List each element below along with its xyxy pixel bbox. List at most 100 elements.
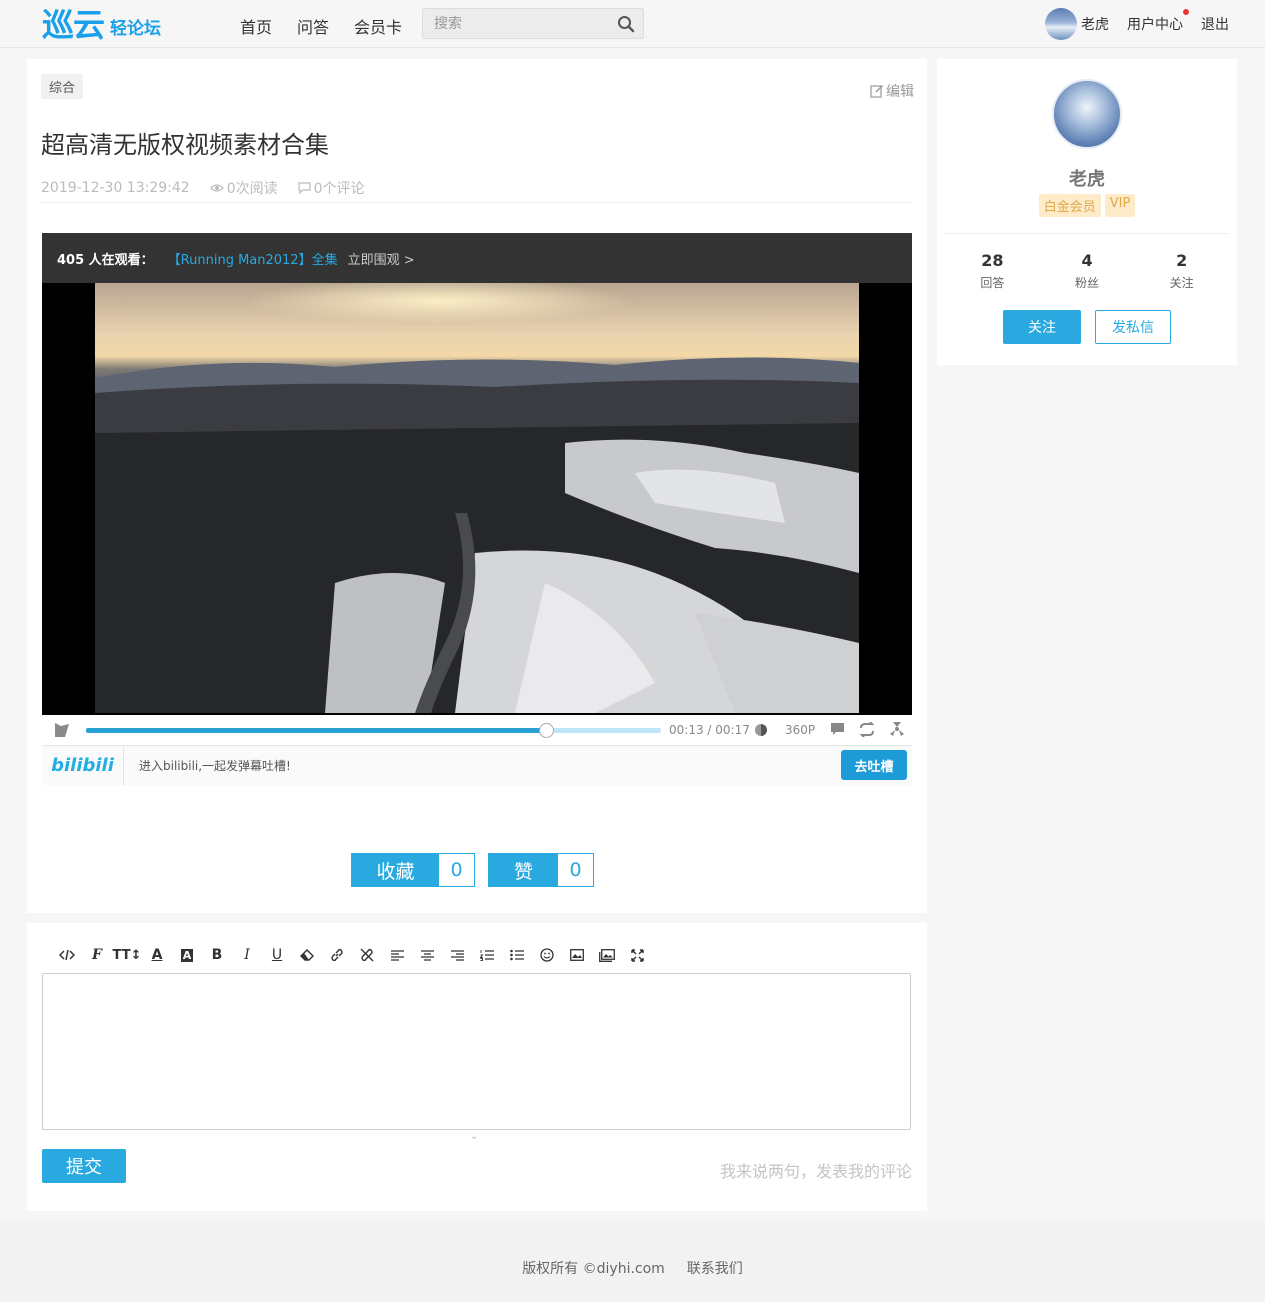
unordered-list-icon[interactable] [502, 945, 532, 965]
progress-fill [86, 728, 546, 733]
favorite-button[interactable]: 收藏 0 [351, 853, 475, 887]
danmaku-toggle-icon[interactable] [53, 721, 71, 739]
current-time: 00:13 [669, 723, 704, 737]
stat-followers[interactable]: 4 粉丝 [1040, 251, 1135, 291]
time-display: 00:13 / 00:17 [669, 723, 750, 737]
post-meta: 2019-12-30 13:29:42 0次阅读 0个评论 [41, 178, 385, 198]
contact-link[interactable]: 联系我们 [687, 1258, 743, 1302]
time-separator: / [707, 723, 712, 737]
badge-membership: 白金会员 [1038, 194, 1101, 217]
site-logo[interactable]: 巡云 轻论坛 [42, 6, 161, 42]
comment-textarea[interactable] [42, 973, 911, 1130]
favorite-count: 0 [439, 854, 474, 886]
bilibili-logo[interactable]: bilibili [42, 745, 124, 786]
stat-label: 回答 [980, 276, 1005, 290]
main-nav: 首页 问答 会员卡 [240, 14, 427, 38]
nav-membership-card[interactable]: 会员卡 [354, 14, 402, 38]
bilibili-bar: bilibili 进入bilibili,一起发弹幕吐槽! 去吐槽 [42, 745, 912, 786]
post-panel: 综合 编辑 超高清无版权视频素材合集 2019-12-30 13:29:42 0… [27, 59, 927, 913]
image-icon[interactable] [562, 945, 592, 965]
search-icon[interactable] [617, 15, 635, 33]
author-name[interactable]: 老虎 [937, 165, 1237, 191]
quality-selector[interactable]: 360P [785, 723, 815, 737]
notification-dot [1183, 9, 1189, 15]
danmaku-icon[interactable] [830, 722, 845, 737]
author-avatar[interactable] [1052, 79, 1122, 149]
link-icon[interactable] [322, 945, 352, 965]
progress-track[interactable] [86, 723, 661, 738]
eraser-icon[interactable] [292, 945, 322, 965]
stat-label: 关注 [1169, 276, 1194, 290]
edit-label: 编辑 [886, 84, 914, 100]
editor-toolbar: F TT↕ A A B I U [52, 945, 652, 965]
unlink-icon[interactable] [352, 945, 382, 965]
nav-home[interactable]: 首页 [240, 14, 272, 38]
divider [945, 233, 1229, 234]
multi-image-icon[interactable] [592, 945, 622, 965]
comment-editor: F TT↕ A A B I U ⌄ 提交 我来说两句，发表我的评论 [27, 923, 927, 1211]
live-title-link[interactable]: 【Running Man2012】全集 [168, 249, 338, 268]
user-center-link[interactable]: 用户中心 [1127, 9, 1189, 34]
avatar[interactable] [1045, 8, 1077, 40]
stat-value: 2 [1176, 251, 1188, 270]
private-message-button[interactable]: 发私信 [1095, 310, 1171, 344]
video-player: 405 人在观看： 【Running Man2012】全集 立即围观 > 00:… [42, 233, 912, 786]
search-box [422, 8, 644, 39]
viewer-count: 405 人在观看： [57, 252, 154, 268]
logout-link[interactable]: 退出 [1201, 14, 1229, 34]
ordered-list-icon[interactable] [472, 945, 502, 965]
comment-count-text: 0个评论 [313, 181, 365, 197]
search-input[interactable] [423, 9, 603, 38]
post-actions: 收藏 0 赞 0 [351, 853, 607, 887]
align-center-icon[interactable] [412, 945, 442, 965]
author-stats: 28 回答 4 粉丝 2 关注 [945, 251, 1229, 291]
loop-icon[interactable] [859, 722, 875, 737]
bold-icon[interactable]: B [202, 945, 232, 965]
bilibili-prompt: 进入bilibili,一起发弹幕吐槽! [139, 759, 291, 773]
like-label: 赞 [489, 854, 558, 886]
font-color-icon[interactable]: A [142, 945, 172, 965]
nav-qa[interactable]: 问答 [297, 14, 329, 38]
progress-handle[interactable] [539, 723, 554, 738]
copyright-text: 版权所有 ©diyhi.com [522, 1261, 665, 1277]
comment-icon [298, 182, 311, 194]
widescreen-icon[interactable] [889, 721, 905, 737]
emoticon-icon[interactable] [532, 945, 562, 965]
like-count: 0 [558, 854, 593, 886]
video-landscape-image [95, 283, 859, 713]
watch-now-link[interactable]: 立即围观 > [348, 249, 415, 268]
submit-button[interactable]: 提交 [42, 1149, 126, 1183]
like-button[interactable]: 赞 0 [488, 853, 594, 887]
comment-count: 0个评论 [298, 178, 365, 198]
stat-answers[interactable]: 28 回答 [945, 251, 1040, 291]
divider [41, 202, 912, 203]
view-count-text: 0次阅读 [226, 181, 278, 197]
align-left-icon[interactable] [382, 945, 412, 965]
follow-button[interactable]: 关注 [1003, 310, 1081, 344]
fullscreen-icon[interactable] [622, 945, 652, 965]
user-center-label: 用户中心 [1127, 17, 1183, 33]
stat-following[interactable]: 2 关注 [1134, 251, 1229, 291]
code-icon[interactable] [52, 945, 82, 965]
volume-icon[interactable] [753, 723, 769, 737]
comment-hint: 我来说两句，发表我的评论 [719, 1162, 912, 1181]
resize-handle-icon[interactable]: ⌄ [470, 1131, 478, 1142]
go-comment-button[interactable]: 去吐槽 [841, 750, 907, 780]
underline-icon[interactable]: U [262, 945, 292, 965]
italic-icon[interactable]: I [232, 945, 262, 965]
eye-icon [209, 184, 224, 192]
video-frame [95, 283, 859, 713]
video-screen[interactable] [42, 283, 912, 715]
favorite-label: 收藏 [352, 854, 439, 886]
align-right-icon[interactable] [442, 945, 472, 965]
header-username[interactable]: 老虎 [1081, 14, 1109, 34]
font-size-icon[interactable]: TT↕ [112, 945, 142, 965]
user-menu: 老虎 用户中心 退出 [1045, 8, 1229, 40]
author-card: 老虎 白金会员 VIP 28 回答 4 粉丝 2 关注 关注 发私信 [937, 59, 1237, 365]
highlight-icon[interactable]: A [172, 945, 202, 965]
edit-button[interactable]: 编辑 [870, 81, 914, 101]
font-family-icon[interactable]: F [82, 945, 112, 965]
author-badges: 白金会员 VIP [937, 194, 1237, 217]
category-tag[interactable]: 综合 [41, 74, 84, 99]
stat-value: 4 [1081, 251, 1093, 270]
